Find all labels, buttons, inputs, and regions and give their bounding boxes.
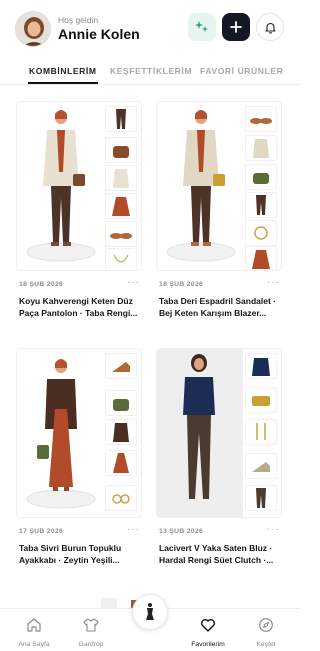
item-thumbnail[interactable]: [245, 453, 277, 479]
nav-wardrobe[interactable]: Gardrop: [63, 617, 119, 648]
outfit-title: Taba Sivri Burun Topuklu Ayakkabı · Zeyt…: [19, 543, 122, 565]
skirt-icon: [252, 250, 270, 269]
item-thumbnail[interactable]: [245, 419, 277, 445]
user-name: Annie Kolen: [58, 26, 140, 42]
outfit-image[interactable]: [156, 348, 282, 518]
item-thumbnail[interactable]: [105, 390, 137, 416]
pants-icon: [116, 109, 126, 129]
bracelet-icon: [254, 226, 268, 240]
outfit-date: 18 ŞUB 2026: [19, 281, 64, 288]
nav-label-wardrobe: Gardrop: [78, 641, 104, 648]
item-thumbnail[interactable]: [245, 220, 277, 246]
necklace-icon: [113, 254, 129, 263]
item-thumbnail[interactable]: [245, 246, 277, 270]
outfit-title: Taba Deri Espadril Sandalet · Bej Keten …: [159, 296, 276, 318]
dress-icon: [113, 453, 129, 473]
app-header: Hoş geldin Annie Kolen: [0, 0, 300, 58]
outfit-title: Lacivert V Yaka Saten Bluz · Hardal Reng…: [159, 543, 274, 565]
pants-icon: [256, 195, 266, 215]
nav-discover[interactable]: Keşfet: [238, 617, 294, 648]
more-options-icon[interactable]: ···: [267, 524, 280, 535]
outfit-date: 17 ŞUB 2026: [19, 528, 64, 535]
item-thumbnail[interactable]: [105, 193, 137, 219]
item-thumbnail[interactable]: [245, 485, 277, 511]
item-thumbnail[interactable]: [245, 192, 277, 218]
sandals-icon: [250, 118, 272, 124]
outfit-image[interactable]: [16, 101, 142, 271]
outfit-date: 13 ŞUB 2026: [159, 528, 204, 535]
more-options-icon[interactable]: ···: [127, 277, 140, 288]
item-thumbnail[interactable]: [105, 450, 137, 476]
more-options-icon[interactable]: ···: [127, 524, 140, 535]
mannequin-button[interactable]: [132, 594, 168, 630]
item-thumbnail[interactable]: [105, 248, 137, 270]
bag-icon: [113, 146, 129, 158]
item-thumbnail[interactable]: [105, 106, 137, 132]
item-thumbnail[interactable]: [105, 485, 137, 511]
avatar[interactable]: [15, 11, 51, 47]
item-thumbnail[interactable]: [105, 165, 137, 191]
more-options-icon[interactable]: ···: [267, 277, 280, 288]
tab-kombinlerim[interactable]: KOMBİNLERİM: [29, 66, 97, 76]
clutch-icon: [252, 396, 270, 406]
mannequin-icon: [146, 603, 154, 620]
nav-home[interactable]: Ana Sayfa: [6, 617, 62, 648]
add-button[interactable]: [222, 13, 250, 41]
earrings-icon: [256, 423, 266, 440]
blouse-icon: [252, 358, 270, 376]
bag-icon: [113, 399, 129, 411]
active-tab-indicator: [28, 82, 98, 84]
heels-icon: [252, 462, 270, 472]
avatar-portrait: [16, 12, 50, 46]
earrings-icon: [112, 494, 130, 504]
item-thumbnail[interactable]: [245, 353, 277, 379]
item-thumbnail[interactable]: [105, 353, 137, 379]
sandals-icon: [110, 233, 132, 239]
plus-icon: [230, 21, 242, 33]
item-thumbnail[interactable]: [245, 135, 277, 161]
tab-favori-urunler[interactable]: FAVORİ ÜRÜNLER: [200, 66, 283, 76]
item-thumbnail[interactable]: [105, 419, 137, 445]
greeting-text: Hoş geldin: [58, 15, 99, 25]
bag-icon: [253, 173, 269, 184]
item-thumbnail[interactable]: [245, 164, 277, 190]
heels-icon: [112, 362, 130, 372]
outfit-image[interactable]: [16, 348, 142, 518]
nav-label-home: Ana Sayfa: [18, 641, 50, 648]
blazer-icon: [253, 139, 269, 158]
sparkle-icon: [195, 21, 208, 32]
notifications-button[interactable]: [256, 13, 284, 41]
outfit-image[interactable]: [156, 101, 282, 271]
item-thumbnail[interactable]: [245, 387, 277, 413]
outfit-date: 18 ŞUB 2026: [159, 281, 204, 288]
item-thumbnail[interactable]: [105, 137, 137, 163]
nav-label-favorites: Favorilerim: [191, 641, 225, 648]
outfit-title: Koyu Kahverengi Keten Düz Paça Pantolon …: [19, 296, 138, 318]
pants-icon: [256, 488, 266, 508]
ai-stylist-button[interactable]: [188, 13, 216, 41]
tab-bar: KOMBİNLERİM KEŞFETTİKLERİM FAVORİ ÜRÜNLE…: [0, 59, 300, 85]
heart-icon: [201, 619, 215, 632]
bell-icon: [264, 22, 276, 34]
home-icon: [27, 618, 41, 632]
blazer-icon: [113, 169, 129, 188]
nav-label-discover: Keşfet: [256, 641, 276, 648]
compass-icon: [259, 618, 273, 632]
shirt-icon: [83, 618, 99, 632]
nav-favorites[interactable]: Favorilerim: [180, 617, 236, 648]
blazer-icon: [113, 423, 129, 442]
item-thumbnail[interactable]: [245, 106, 277, 132]
tab-kesfettiklerim[interactable]: KEŞFETTİKLERİM: [110, 66, 192, 76]
skirt-icon: [112, 197, 130, 216]
item-thumbnail[interactable]: [105, 221, 137, 247]
